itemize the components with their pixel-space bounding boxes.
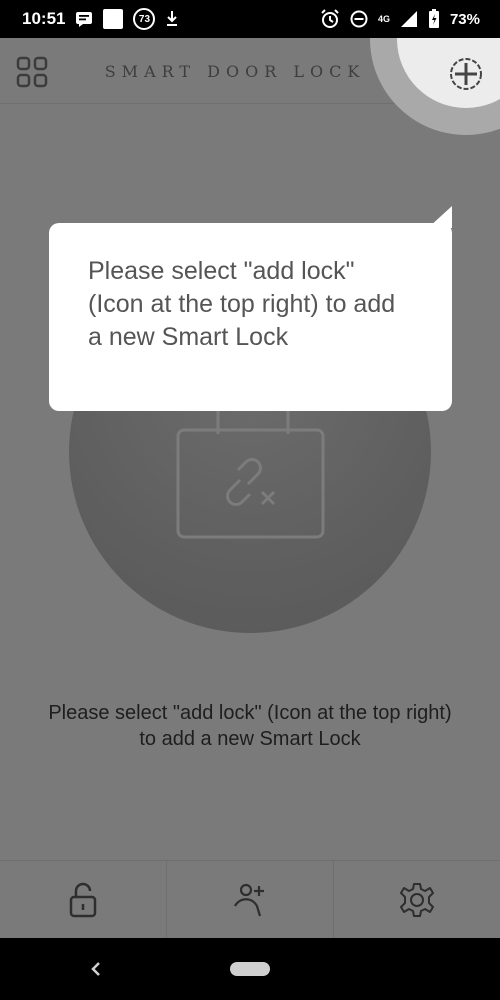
network-type-label: 4G bbox=[377, 14, 390, 24]
home-button[interactable] bbox=[230, 962, 270, 976]
empty-state-hint: Please select "add lock" (Icon at the to… bbox=[48, 702, 452, 750]
tooltip-text: Please select "add lock" (Icon at the to… bbox=[88, 257, 396, 351]
app-screen: SMART DOOR LOCK Please select "add lock"… bbox=[0, 38, 500, 938]
plus-circle-icon bbox=[450, 58, 482, 90]
status-bar-left: 10:51 73 bbox=[22, 8, 179, 30]
back-button[interactable] bbox=[86, 959, 106, 979]
status-bar-right: 4G 73% bbox=[320, 9, 480, 29]
notification-count-badge: 73 bbox=[133, 8, 156, 30]
battery-icon bbox=[428, 9, 440, 29]
onboarding-tooltip[interactable]: Please select "add lock" (Icon at the to… bbox=[49, 223, 452, 411]
add-lock-button[interactable] bbox=[448, 56, 484, 92]
gear-icon bbox=[400, 882, 434, 917]
signal-icon bbox=[400, 10, 418, 28]
status-time: 10:51 bbox=[22, 9, 66, 28]
tab-settings[interactable] bbox=[334, 861, 500, 938]
padlock-icon bbox=[69, 882, 97, 917]
system-nav-bar bbox=[0, 938, 500, 1000]
app-notification-icon bbox=[103, 9, 124, 29]
do-not-disturb-icon bbox=[350, 10, 368, 28]
download-icon bbox=[165, 10, 179, 28]
bottom-tab-bar bbox=[0, 860, 500, 938]
chevron-left-icon bbox=[91, 962, 100, 976]
alarm-icon bbox=[320, 9, 340, 29]
message-notification-icon bbox=[75, 11, 93, 27]
tab-lock[interactable] bbox=[0, 861, 167, 938]
tab-users[interactable] bbox=[167, 861, 334, 938]
battery-percent: 73% bbox=[449, 10, 480, 28]
status-bar: 10:51 73 4G 73% bbox=[0, 0, 500, 38]
add-user-icon bbox=[234, 883, 264, 916]
